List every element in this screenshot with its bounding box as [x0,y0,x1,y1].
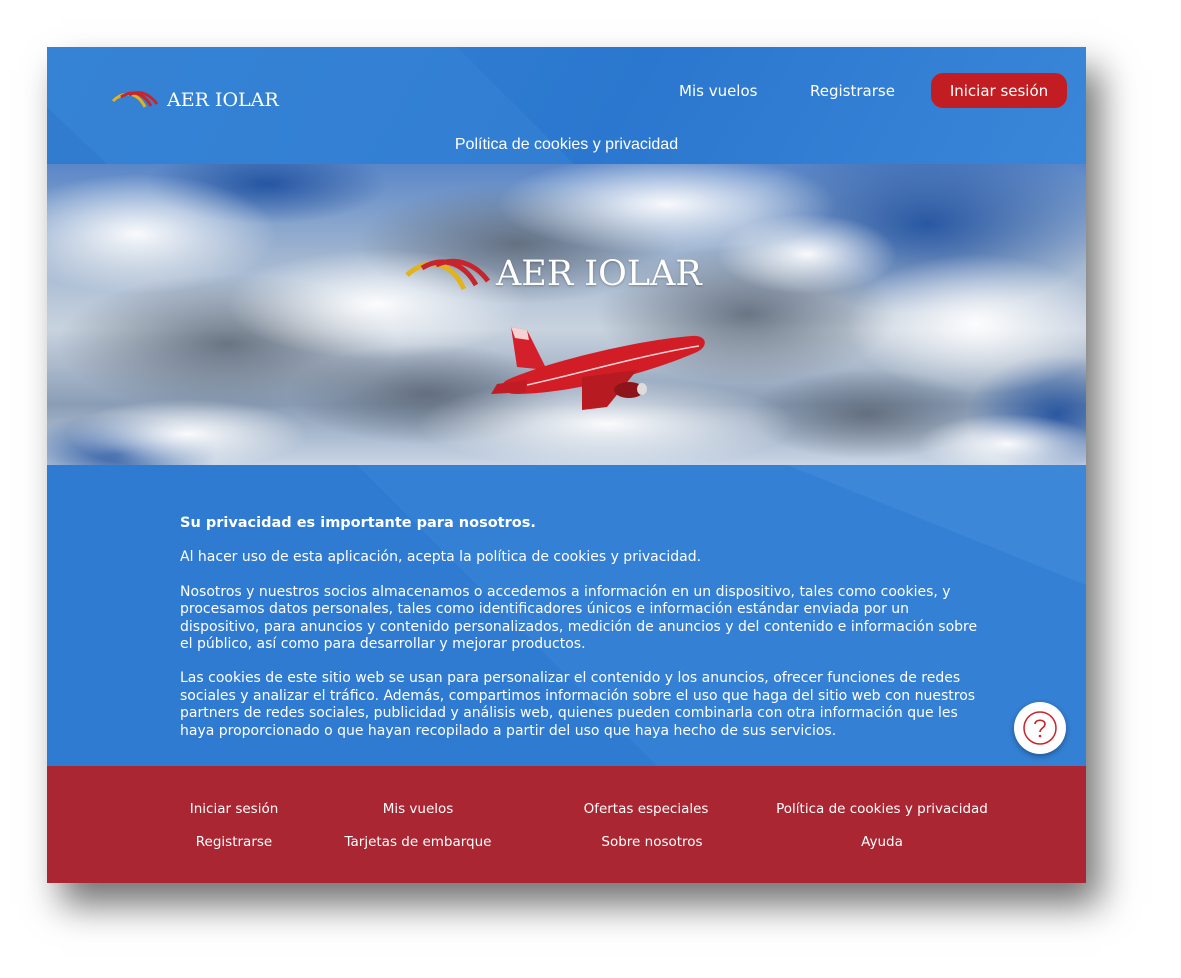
footer-login-link[interactable]: Iniciar sesión [190,801,279,817]
brand-logo[interactable]: AER IOLAR [111,87,279,113]
footer-cookie-policy-link[interactable]: Política de cookies y privacidad [776,801,988,817]
app-window: AER IOLAR Mis vuelos Registrarse Iniciar… [47,47,1086,883]
privacy-paragraph: Al hacer uso de esta aplicación, acepta … [180,549,702,566]
footer-register-link[interactable]: Registrarse [196,834,272,850]
footer-boarding-passes-link[interactable]: Tarjetas de embarque [345,834,492,850]
privacy-paragraph: Nosotros y nuestros socios almacenamos o… [180,583,978,653]
footer-my-flights-link[interactable]: Mis vuelos [383,801,454,817]
footer-help-link[interactable]: Ayuda [861,834,903,850]
airplane-image [491,327,705,410]
brand-name: AER IOLAR [167,89,279,111]
hero-brand-name: AER IOLAR [496,254,702,294]
logo-stripes-icon [111,91,159,108]
footer-about-us-link[interactable]: Sobre nosotros [601,834,702,850]
privacy-paragraph: Las cookies de este sitio web se usan pa… [180,670,976,739]
nav-register-link[interactable]: Registrarse [810,82,895,100]
footer: Iniciar sesión Mis vuelos Ofertas especi… [47,766,1086,883]
help-button[interactable] [1014,702,1066,754]
privacy-content-section: Su privacidad es importante para nosotro… [47,465,1086,766]
nav-my-flights-link[interactable]: Mis vuelos [679,82,757,100]
privacy-text: Su privacidad es importante para nosotro… [180,515,980,757]
question-mark-icon [1023,711,1057,745]
logo-stripes-icon [405,258,490,291]
page-title: Política de cookies y privacidad [454,136,679,153]
footer-special-offers-link[interactable]: Ofertas especiales [584,801,709,817]
privacy-heading: Su privacidad es importante para nosotro… [180,515,536,531]
hero-banner: AER IOLAR [47,164,1086,465]
hero-brand-logo: AER IOLAR [404,254,702,294]
header: AER IOLAR Mis vuelos Registrarse Iniciar… [47,47,1086,164]
login-button[interactable]: Iniciar sesión [931,73,1067,108]
